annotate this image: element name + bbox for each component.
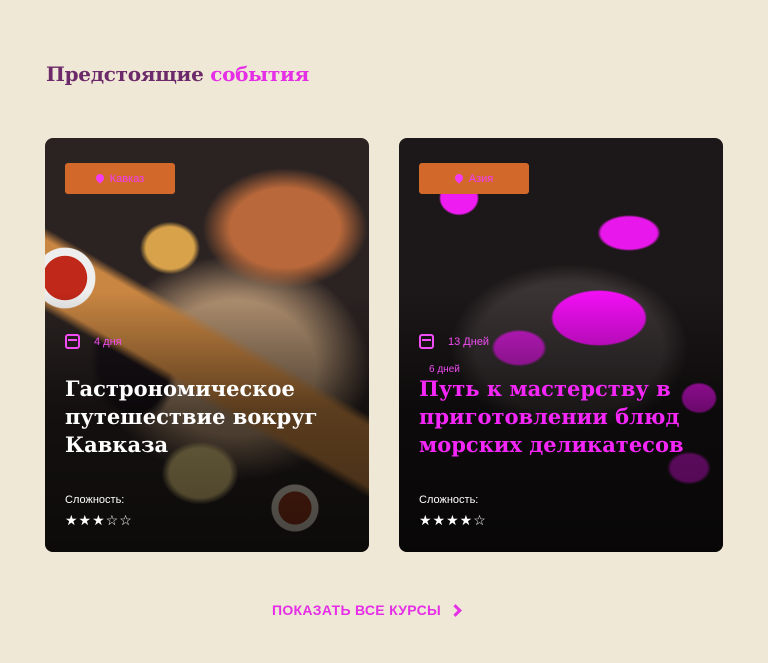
section-title-dark: Предстоящие bbox=[46, 62, 211, 86]
location-pin-icon bbox=[96, 174, 104, 184]
show-all-courses-link[interactable]: ПОКАЗАТЬ ВСЕ КУРСЫ bbox=[272, 602, 462, 618]
chevron-right-icon bbox=[449, 603, 462, 617]
region-tag: Кавказ bbox=[65, 163, 175, 194]
duration: 4 дня bbox=[65, 334, 122, 349]
duration-overlay-label: 6 дней bbox=[429, 364, 460, 375]
card-title[interactable]: Гастрономическое путешествие вокруг Кавк… bbox=[65, 375, 355, 459]
region-tag-label: Кавказ bbox=[109, 172, 145, 185]
duration-label: 4 дня bbox=[94, 335, 122, 348]
difficulty-label: Сложность: bbox=[419, 494, 479, 506]
calendar-icon bbox=[419, 334, 434, 349]
duration: 13 Дней bbox=[419, 334, 489, 349]
event-card-caucasus[interactable]: Кавказ 4 дня Гастрономическое путешестви… bbox=[45, 138, 369, 552]
calendar-icon bbox=[65, 334, 80, 349]
section-title-accent: события bbox=[210, 62, 309, 86]
difficulty-label: Сложность: bbox=[65, 494, 125, 506]
duration-label: 13 Дней bbox=[448, 335, 490, 348]
location-pin-icon bbox=[455, 174, 463, 184]
event-card-asia[interactable]: Азия 13 Дней 6 дней Путь к мастерству в … bbox=[399, 138, 723, 552]
card-title[interactable]: Путь к мастерству в приготовлении блюд м… bbox=[419, 375, 709, 459]
region-tag-label: Азия bbox=[468, 172, 494, 185]
difficulty-stars: ★★★★☆ bbox=[419, 512, 487, 528]
region-tag: Азия bbox=[419, 163, 529, 194]
difficulty-stars: ★★★☆☆ bbox=[65, 512, 133, 528]
section-title: Предстоящие события bbox=[46, 62, 309, 86]
show-all-courses-label: ПОКАЗАТЬ ВСЕ КУРСЫ bbox=[272, 602, 442, 618]
